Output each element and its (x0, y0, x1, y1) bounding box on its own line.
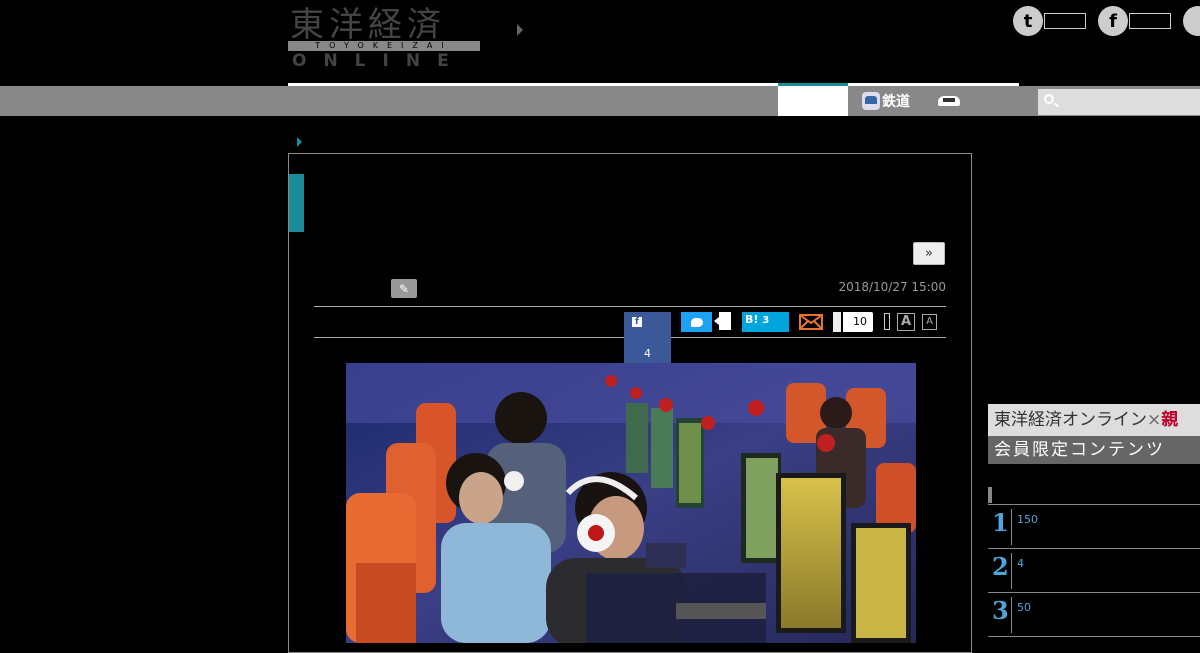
ranking-value: 50 (1017, 601, 1031, 614)
font-size-small-button[interactable]: A (922, 314, 937, 330)
ranking-number: 3 (992, 596, 1009, 625)
ranking-item[interactable]: 3 50 (988, 593, 1200, 637)
nav-item-active[interactable] (778, 86, 848, 116)
search-input[interactable] (1038, 89, 1200, 115)
site-logo[interactable]: 東洋経済 TOYOKEIZAI ONLINE (288, 5, 480, 71)
ranking-number: 1 (992, 508, 1009, 537)
facebook-share-count: 4 (644, 347, 651, 360)
twitter-bird-icon (690, 317, 703, 327)
banner-subtitle: 会員限定コンテンツ (988, 436, 1200, 464)
twitter-icon[interactable]: t (1013, 6, 1043, 36)
member-banner[interactable]: 東洋経済オンライン×親 会員限定コンテンツ (988, 404, 1200, 464)
search-icon[interactable] (1044, 94, 1054, 104)
ranking-item[interactable]: 1 150 (988, 505, 1200, 549)
font-size-large-button[interactable]: A (897, 313, 915, 331)
hatena-count: 3 (762, 315, 770, 326)
train-icon (862, 92, 880, 110)
twitter-share-count (719, 312, 731, 330)
share-bar-top-rule (314, 306, 946, 307)
ranking-separator (1011, 509, 1012, 545)
twitter-count-box (1044, 13, 1086, 29)
header-arrow-icon[interactable] (517, 24, 523, 36)
ranking-value: 150 (1017, 513, 1038, 526)
hatena-bookmark-button[interactable]: B! 3 (742, 312, 789, 332)
article-title-marker (289, 174, 304, 232)
mail-share-icon[interactable] (799, 314, 823, 330)
nav-item-railway[interactable]: 鉄道 (848, 86, 1038, 116)
ranking-number: 2 (992, 552, 1009, 581)
pocket-icon (833, 312, 843, 332)
article-date: 2018/10/27 15:00 (838, 280, 946, 294)
logo-subtitle: TOYOKEIZAI (315, 41, 453, 50)
breadcrumb-arrow-icon (297, 137, 302, 147)
ranking-separator (1011, 553, 1012, 589)
ranking-separator (1011, 597, 1012, 633)
facebook-count-box (1129, 13, 1171, 29)
line-share-icon[interactable] (884, 313, 890, 330)
ranking-header-marker (988, 487, 992, 503)
twitter-share-button[interactable] (681, 312, 712, 332)
next-page-button[interactable]: » (913, 242, 945, 265)
logo-kanji: 東洋経済 (290, 5, 446, 45)
banner-title: 東洋経済オンライン (994, 410, 1147, 430)
twitter-follow[interactable]: t (1013, 6, 1086, 36)
banner-times: × (1147, 410, 1162, 430)
line-icon[interactable] (1183, 6, 1200, 36)
pocket-count: 10 (853, 315, 867, 328)
line-follow[interactable] (1183, 6, 1200, 36)
hatena-label: B! (745, 313, 759, 326)
facebook-follow[interactable]: f (1098, 6, 1171, 36)
logo-online: ONLINE (292, 51, 466, 71)
author-icon[interactable]: ✎ (391, 279, 417, 298)
facebook-icon[interactable]: f (1098, 6, 1128, 36)
banner-title-row: 東洋経済オンライン×親 (988, 404, 1200, 436)
facebook-share-icon: f (632, 317, 642, 327)
car-icon[interactable] (938, 96, 960, 106)
banner-brand: 親 (1161, 410, 1179, 430)
ranking-value: 4 (1017, 557, 1024, 570)
article-photo (346, 363, 916, 643)
nav-railway-label: 鉄道 (882, 94, 910, 110)
ranking-item[interactable]: 2 4 (988, 549, 1200, 593)
